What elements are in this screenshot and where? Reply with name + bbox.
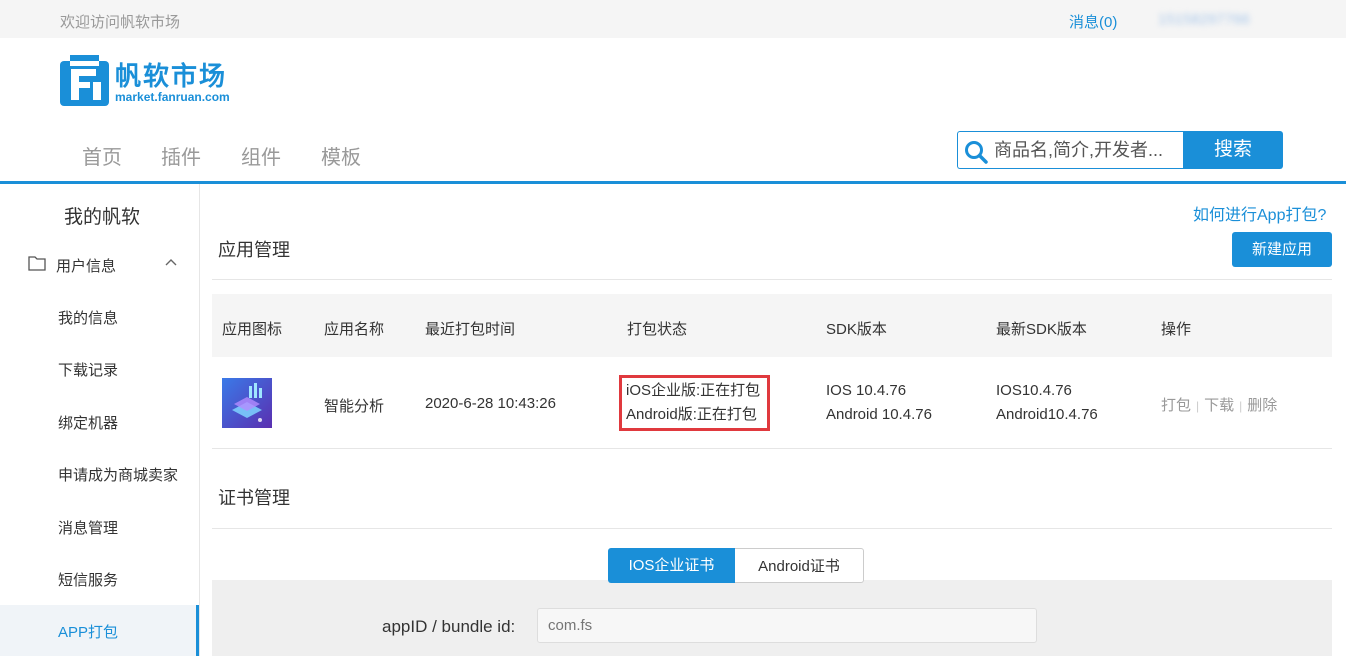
column-header: 打包状态	[627, 321, 688, 338]
nav-components[interactable]: 组件	[241, 141, 281, 170]
messages-link[interactable]: 消息(0)	[1069, 11, 1117, 32]
status-ios: iOS企业版:正在打包	[626, 382, 761, 399]
column-header: 应用图标	[222, 321, 283, 338]
package-status: iOS企业版:正在打包 Android版:正在打包	[626, 379, 760, 427]
cert-tabs: IOS企业证书 Android证书	[608, 548, 864, 583]
column-header: 最新SDK版本	[996, 321, 1087, 338]
brand-domain: market.fanruan.com	[115, 90, 230, 104]
package-action[interactable]: 打包	[1161, 397, 1191, 414]
action-separator: |	[1239, 399, 1243, 413]
column-header: 最近打包时间	[425, 321, 516, 338]
search-input[interactable]	[994, 137, 1182, 163]
sdk-version: IOS 10.4.76 Android 10.4.76	[826, 379, 932, 427]
app-icon	[222, 378, 272, 428]
sdk-android: Android 10.4.76	[826, 406, 932, 423]
sidebar-item-my-info[interactable]: 我的信息	[0, 291, 199, 343]
sidebar-item-label: 我的信息	[58, 310, 119, 327]
header-divider	[0, 181, 1346, 184]
app-section-title: 应用管理	[218, 240, 290, 260]
sidebar-item-become-seller[interactable]: 申请成为商城卖家	[0, 448, 199, 500]
column-header: 应用名称	[324, 321, 385, 338]
sidebar-item-label: 消息管理	[58, 520, 119, 537]
cert-panel: appID / bundle id:	[212, 580, 1332, 656]
search-bar: 搜索	[957, 131, 1283, 169]
sidebar-item-label: 短信服务	[58, 572, 119, 589]
search-box	[957, 131, 1185, 169]
table-bottom-divider	[212, 448, 1332, 449]
last-package-time: 2020-6-28 10:43:26	[425, 395, 556, 412]
sidebar-item-label: 申请成为商城卖家	[58, 467, 179, 484]
section-divider	[212, 528, 1332, 529]
sidebar-title: 我的帆软	[64, 207, 141, 228]
sidebar-item-app-packaging[interactable]: APP打包	[0, 605, 199, 656]
section-divider	[212, 279, 1332, 280]
latest-sdk-version: IOS10.4.76 Android10.4.76	[996, 379, 1098, 427]
brand-name: 帆软市场	[115, 61, 228, 91]
sidebar-item-label: 绑定机器	[58, 415, 119, 432]
action-separator: |	[1196, 399, 1200, 413]
sdk-ios: IOS 10.4.76	[826, 382, 907, 399]
nav-plugins[interactable]: 插件	[161, 141, 201, 170]
search-button[interactable]: 搜索	[1183, 131, 1283, 169]
column-header: SDK版本	[826, 321, 887, 338]
chevron-up-icon[interactable]	[164, 257, 178, 267]
folder-icon	[28, 256, 46, 271]
sidebar-item-label: 下载记录	[58, 362, 119, 379]
nav-home[interactable]: 首页	[82, 141, 122, 170]
logo[interactable]: 帆软市场 market.fanruan.com	[60, 55, 240, 109]
tab-ios-cert[interactable]: IOS企业证书	[608, 548, 735, 583]
sidebar-item-messages[interactable]: 消息管理	[0, 501, 199, 553]
sidebar-item-sms[interactable]: 短信服务	[0, 553, 199, 605]
app-name: 智能分析	[324, 398, 385, 415]
nav-templates[interactable]: 模板	[321, 141, 361, 170]
status-android: Android版:正在打包	[626, 406, 757, 423]
tab-android-cert[interactable]: Android证书	[735, 548, 864, 583]
sidebar-group-label: 用户信息	[56, 258, 117, 275]
latest-sdk-android: Android10.4.76	[996, 406, 1098, 423]
sidebar: 我的帆软 用户信息 我的信息 下载记录 绑定机器 申请成为商城卖家 消息管理 短…	[0, 184, 200, 656]
table-header: 应用图标 应用名称 最近打包时间 打包状态 SDK版本 最新SDK版本 操作	[212, 294, 1332, 357]
sidebar-group-user-info[interactable]: 用户信息	[0, 244, 199, 284]
appid-label: appID / bundle id:	[382, 617, 516, 636]
appid-input[interactable]	[537, 608, 1037, 643]
welcome-text: 欢迎访问帆软市场	[60, 14, 181, 31]
sidebar-item-label: APP打包	[58, 624, 119, 641]
table-row: 智能分析 2020-6-28 10:43:26 iOS企业版:正在打包 Andr…	[212, 357, 1332, 448]
new-app-button[interactable]: 新建应用	[1232, 232, 1332, 267]
top-bar: 欢迎访问帆软市场 消息(0) 15158297766	[0, 0, 1346, 38]
download-action[interactable]: 下载	[1204, 397, 1234, 414]
user-account-link[interactable]: 15158297766	[1158, 11, 1250, 28]
delete-action[interactable]: 删除	[1247, 397, 1277, 414]
search-icon	[965, 141, 988, 164]
row-actions: 打包 | 下载 | 删除	[1161, 394, 1277, 415]
sidebar-item-downloads[interactable]: 下载记录	[0, 343, 199, 395]
cert-section-title: 证书管理	[218, 488, 290, 508]
latest-sdk-ios: IOS10.4.76	[996, 382, 1072, 399]
help-link[interactable]: 如何进行App打包?	[1193, 201, 1326, 225]
fanruan-logo-icon	[60, 55, 109, 106]
column-header: 操作	[1161, 321, 1192, 338]
sidebar-item-bind-machine[interactable]: 绑定机器	[0, 396, 199, 448]
